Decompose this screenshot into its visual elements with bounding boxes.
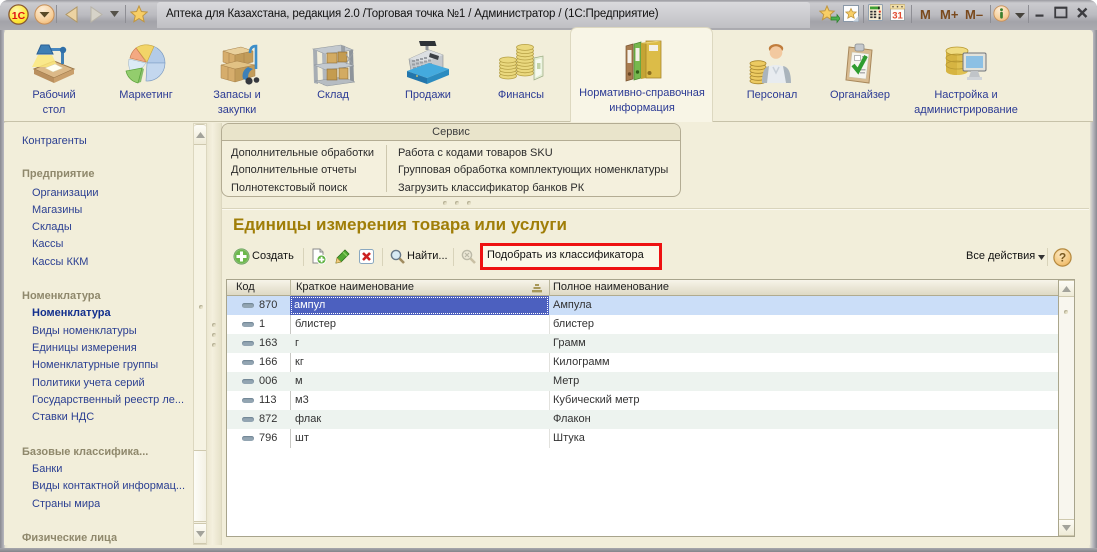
svg-text:31: 31: [892, 10, 903, 21]
svg-text:1С: 1С: [12, 10, 26, 22]
svg-text:?: ?: [1059, 251, 1066, 265]
